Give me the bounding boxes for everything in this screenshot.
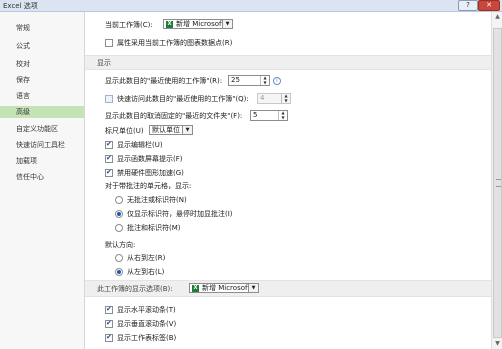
recent-folders-spinner[interactable]: 5 ▲ ▼ — [250, 110, 288, 121]
sidebar: 常规 公式 校对 保存 语言 高级 自定义功能区 快速访问工具栏 加载项 信任中… — [0, 12, 85, 349]
spinner-arrows-icon[interactable]: ▲ ▼ — [278, 110, 287, 120]
workbook-display-section-header: 此工作簿的显示选项(B): X 新增 Microsoft... ▼ — [85, 280, 491, 297]
scrollbar-thumb[interactable] — [493, 28, 502, 338]
disable-hw-accel-checkbox[interactable] — [105, 167, 113, 177]
left-to-right-label: 从左到右(L) — [127, 268, 165, 276]
recent-workbooks-label: 显示此数目的"最近使用的工作簿"(R): — [105, 77, 223, 85]
no-comments-label: 无批注或标识符(N) — [127, 196, 187, 204]
sidebar-item-quick-access[interactable]: 快速访问工具栏 — [0, 139, 84, 151]
show-v-scrollbar-label: 显示垂直滚动条(V) — [117, 320, 177, 328]
grip-icon — [496, 179, 501, 187]
indicators-only-radio[interactable] — [115, 210, 123, 218]
show-formula-bar-checkbox[interactable] — [105, 139, 113, 149]
sidebar-item-customize-ribbon[interactable]: 自定义功能区 — [0, 123, 84, 135]
workbook-display-select[interactable]: X 新增 Microsoft... ▼ — [189, 283, 259, 293]
comments-and-indicators-label: 批注和标识符(M) — [127, 224, 181, 232]
display-section-header: 显示 — [85, 55, 491, 70]
window-title: Excel 选项 — [3, 2, 38, 10]
excel-icon: X — [166, 21, 173, 28]
show-v-scrollbar-checkbox[interactable] — [105, 318, 113, 328]
spinner-arrows-icon[interactable]: ▲ ▼ — [281, 93, 290, 103]
quick-access-checkbox[interactable] — [105, 95, 113, 103]
no-comments-radio[interactable] — [115, 196, 123, 204]
workbook-display-title: 此工作簿的显示选项(B): — [97, 285, 173, 293]
quick-access-spinner[interactable]: 4 ▲ ▼ — [257, 93, 291, 104]
disable-hw-accel-label: 禁用硬件图形加速(G) — [117, 169, 184, 177]
recent-folders-label: 显示此数目的取消固定的"最近的文件夹"(F): — [105, 112, 243, 120]
sidebar-item-advanced[interactable]: 高级 — [0, 106, 84, 118]
vertical-scrollbar[interactable]: ▲ ▼ — [491, 12, 502, 349]
sidebar-item-addins[interactable]: 加载项 — [0, 155, 84, 167]
title-bar: Excel 选项 ? ✕ — [0, 0, 502, 12]
ruler-units-label: 标尺单位(U) — [105, 127, 144, 135]
recent-workbooks-spinner[interactable]: 25 ▲ ▼ — [228, 75, 270, 86]
ruler-units-select[interactable]: 默认单位 ▼ — [149, 125, 193, 135]
sidebar-item-general[interactable]: 常规 — [0, 22, 84, 34]
options-content: 当前工作簿(C): X 新增 Microsoft... ▼ 属性采用当前工作簿的… — [85, 12, 491, 349]
current-workbook-label: 当前工作簿(C): — [105, 21, 153, 29]
chart-property-label: 属性采用当前工作簿的图表数据点(R) — [117, 39, 233, 47]
quick-access-value: 4 — [260, 94, 265, 102]
indicators-only-label: 仅显示标识符，悬停时加显批注(I) — [127, 210, 233, 218]
close-button[interactable]: ✕ — [478, 0, 500, 11]
spinner-arrows-icon[interactable]: ▲ ▼ — [260, 75, 269, 85]
chevron-down-icon: ▼ — [182, 126, 192, 134]
quick-access-label: 快速访问此数目的"最近使用的工作簿"(Q): — [117, 95, 249, 103]
ruler-units-value: 默认单位 — [152, 126, 180, 134]
show-function-tips-checkbox[interactable] — [105, 153, 113, 163]
comments-label: 对于带批注的单元格，显示: — [105, 182, 192, 190]
chevron-down-icon: ▼ — [248, 284, 258, 292]
show-h-scrollbar-label: 显示水平滚动条(T) — [117, 306, 176, 314]
recent-folders-value: 5 — [253, 111, 258, 119]
left-to-right-radio[interactable] — [115, 268, 123, 276]
sidebar-item-save[interactable]: 保存 — [0, 74, 84, 86]
help-button[interactable]: ? — [458, 0, 478, 11]
sidebar-item-language[interactable]: 语言 — [0, 90, 84, 102]
sidebar-item-formulas[interactable]: 公式 — [0, 40, 84, 52]
info-icon: i — [273, 77, 281, 85]
excel-icon: X — [192, 285, 199, 292]
right-to-left-label: 从右到左(R) — [127, 254, 166, 262]
sidebar-item-trust-center[interactable]: 信任中心 — [0, 171, 84, 183]
right-to-left-radio[interactable] — [115, 254, 123, 262]
show-sheet-tabs-label: 显示工作表标签(B) — [117, 334, 177, 342]
show-function-tips-label: 显示函数屏幕提示(F) — [117, 155, 183, 163]
chart-property-checkbox[interactable] — [105, 39, 113, 47]
default-direction-label: 默认方向: — [105, 241, 136, 249]
current-workbook-select[interactable]: X 新增 Microsoft... ▼ — [163, 19, 233, 29]
show-h-scrollbar-checkbox[interactable] — [105, 304, 113, 314]
comments-and-indicators-radio[interactable] — [115, 224, 123, 232]
scroll-up-icon[interactable]: ▲ — [492, 12, 502, 22]
show-sheet-tabs-checkbox[interactable] — [105, 332, 113, 342]
scroll-down-icon[interactable]: ▼ — [492, 339, 502, 349]
sidebar-item-proofing[interactable]: 校对 — [0, 58, 84, 70]
chevron-down-icon: ▼ — [222, 20, 232, 28]
show-formula-bar-label: 显示编辑栏(U) — [117, 141, 163, 149]
display-section-title: 显示 — [97, 59, 111, 67]
recent-workbooks-value: 25 — [231, 76, 240, 84]
